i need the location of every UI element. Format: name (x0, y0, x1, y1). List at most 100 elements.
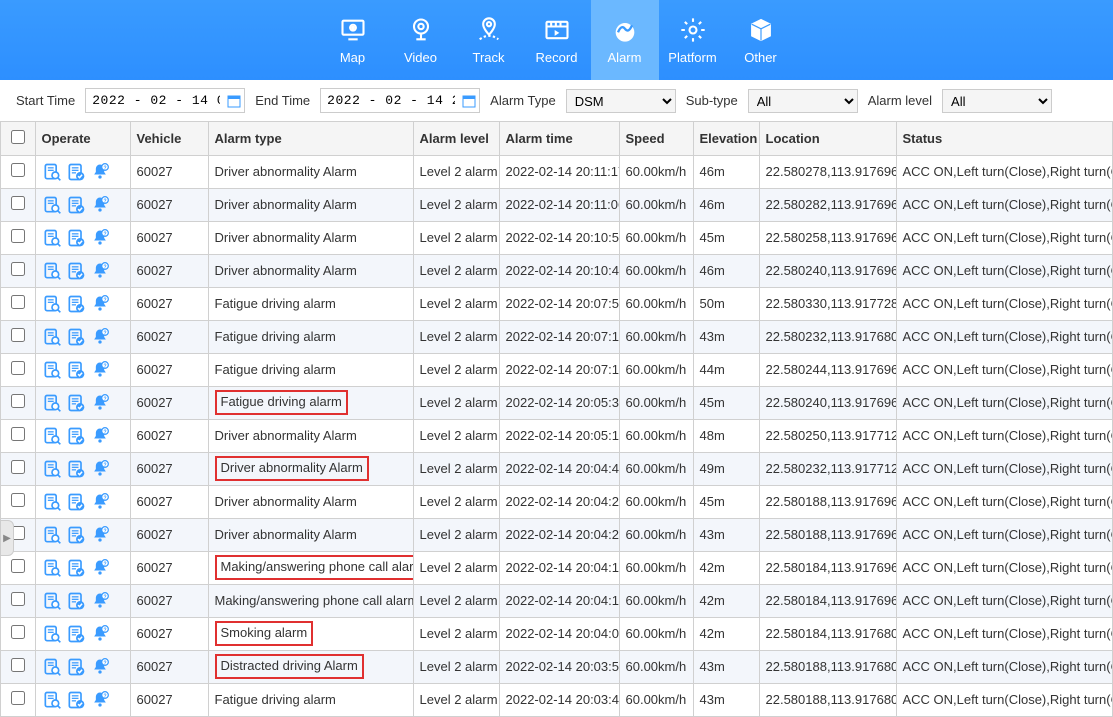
detail-check-icon[interactable] (66, 558, 86, 578)
detail-check-icon[interactable] (66, 360, 86, 380)
nav-alarm[interactable]: Alarm (591, 0, 659, 80)
nav-platform[interactable]: Platform (659, 0, 727, 80)
detail-search-icon[interactable] (42, 459, 62, 479)
detail-search-icon[interactable] (42, 294, 62, 314)
operate-icons: ? (42, 690, 124, 710)
detail-check-icon[interactable] (66, 657, 86, 677)
nav-track[interactable]: Track (455, 0, 523, 80)
row-checkbox[interactable] (11, 658, 25, 672)
start-time-input[interactable] (85, 88, 245, 113)
row-checkbox[interactable] (11, 625, 25, 639)
row-checkbox[interactable] (11, 691, 25, 705)
cell-speed: 60.00km/h (619, 221, 693, 254)
cell-status: ACC ON,Left turn(Close),Right turn(Close… (896, 386, 1113, 419)
row-checkbox[interactable] (11, 592, 25, 606)
select-all-checkbox[interactable] (11, 130, 25, 144)
detail-search-icon[interactable] (42, 492, 62, 512)
row-checkbox[interactable] (11, 427, 25, 441)
cell-location: 22.580240,113.917696 (759, 386, 896, 419)
alarm-bell-icon[interactable]: ? (90, 657, 110, 677)
alarm-bell-icon[interactable]: ? (90, 393, 110, 413)
row-checkbox[interactable] (11, 163, 25, 177)
sub-type-select[interactable]: All (748, 89, 858, 113)
alarm-bell-icon[interactable]: ? (90, 690, 110, 710)
cell-speed: 60.00km/h (619, 584, 693, 617)
cell-location: 22.580232,113.917680 (759, 320, 896, 353)
table-row: ? 60027Fatigue driving alarmLevel 2 alar… (1, 683, 1113, 716)
alarm-bell-icon[interactable]: ? (90, 360, 110, 380)
row-checkbox[interactable] (11, 229, 25, 243)
nav-video[interactable]: Video (387, 0, 455, 80)
alarm-bell-icon[interactable]: ? (90, 492, 110, 512)
detail-search-icon[interactable] (42, 327, 62, 347)
alarm-level-select[interactable]: All (942, 89, 1052, 113)
col-vehicle: Vehicle (130, 122, 208, 155)
alarm-bell-icon[interactable]: ? (90, 162, 110, 182)
cell-elevation: 42m (693, 584, 759, 617)
cell-alarm-level: Level 2 alarm (413, 452, 499, 485)
end-time-input[interactable] (320, 88, 480, 113)
detail-check-icon[interactable] (66, 426, 86, 446)
cell-location: 22.580330,113.917728 (759, 287, 896, 320)
detail-search-icon[interactable] (42, 426, 62, 446)
detail-search-icon[interactable] (42, 228, 62, 248)
alarm-bell-icon[interactable]: ? (90, 195, 110, 215)
detail-search-icon[interactable] (42, 525, 62, 545)
alarm-bell-icon[interactable]: ? (90, 327, 110, 347)
cell-alarm-level: Level 2 alarm (413, 650, 499, 683)
alarm-bell-icon[interactable]: ? (90, 294, 110, 314)
detail-check-icon[interactable] (66, 294, 86, 314)
cell-elevation: 45m (693, 485, 759, 518)
alarm-bell-icon[interactable]: ? (90, 525, 110, 545)
row-checkbox[interactable] (11, 460, 25, 474)
alarm-bell-icon[interactable]: ? (90, 228, 110, 248)
alarm-bell-icon[interactable]: ? (90, 426, 110, 446)
detail-search-icon[interactable] (42, 261, 62, 281)
row-checkbox[interactable] (11, 394, 25, 408)
nav-record[interactable]: Record (523, 0, 591, 80)
detail-search-icon[interactable] (42, 393, 62, 413)
alarm-bell-icon[interactable]: ? (90, 261, 110, 281)
detail-check-icon[interactable] (66, 525, 86, 545)
alarm-bell-icon[interactable]: ? (90, 558, 110, 578)
detail-check-icon[interactable] (66, 195, 86, 215)
detail-check-icon[interactable] (66, 591, 86, 611)
side-expand-handle[interactable]: ▶ (0, 520, 14, 556)
detail-check-icon[interactable] (66, 162, 86, 182)
alarm-type-select[interactable]: DSM (566, 89, 676, 113)
row-checkbox[interactable] (11, 328, 25, 342)
detail-check-icon[interactable] (66, 690, 86, 710)
detail-check-icon[interactable] (66, 393, 86, 413)
detail-search-icon[interactable] (42, 195, 62, 215)
nav-other[interactable]: Other (727, 0, 795, 80)
detail-search-icon[interactable] (42, 624, 62, 644)
detail-check-icon[interactable] (66, 624, 86, 644)
alarm-bell-icon[interactable]: ? (90, 591, 110, 611)
row-checkbox[interactable] (11, 559, 25, 573)
detail-check-icon[interactable] (66, 459, 86, 479)
detail-search-icon[interactable] (42, 558, 62, 578)
detail-search-icon[interactable] (42, 657, 62, 677)
cell-alarm-level: Level 2 alarm (413, 188, 499, 221)
detail-search-icon[interactable] (42, 162, 62, 182)
cell-location: 22.580250,113.917712 (759, 419, 896, 452)
nav-map[interactable]: Map (319, 0, 387, 80)
alarm-bell-icon[interactable]: ? (90, 624, 110, 644)
row-checkbox[interactable] (11, 295, 25, 309)
svg-text:?: ? (103, 561, 106, 567)
detail-check-icon[interactable] (66, 327, 86, 347)
cell-vehicle: 60027 (130, 419, 208, 452)
detail-check-icon[interactable] (66, 492, 86, 512)
detail-check-icon[interactable] (66, 228, 86, 248)
row-checkbox[interactable] (11, 493, 25, 507)
table-row: ? 60027Driver abnormality AlarmLevel 2 a… (1, 452, 1113, 485)
detail-search-icon[interactable] (42, 690, 62, 710)
detail-search-icon[interactable] (42, 591, 62, 611)
row-checkbox[interactable] (11, 361, 25, 375)
table-row: ? 60027Driver abnormality AlarmLevel 2 a… (1, 254, 1113, 287)
alarm-bell-icon[interactable]: ? (90, 459, 110, 479)
row-checkbox[interactable] (11, 196, 25, 210)
row-checkbox[interactable] (11, 262, 25, 276)
detail-check-icon[interactable] (66, 261, 86, 281)
detail-search-icon[interactable] (42, 360, 62, 380)
